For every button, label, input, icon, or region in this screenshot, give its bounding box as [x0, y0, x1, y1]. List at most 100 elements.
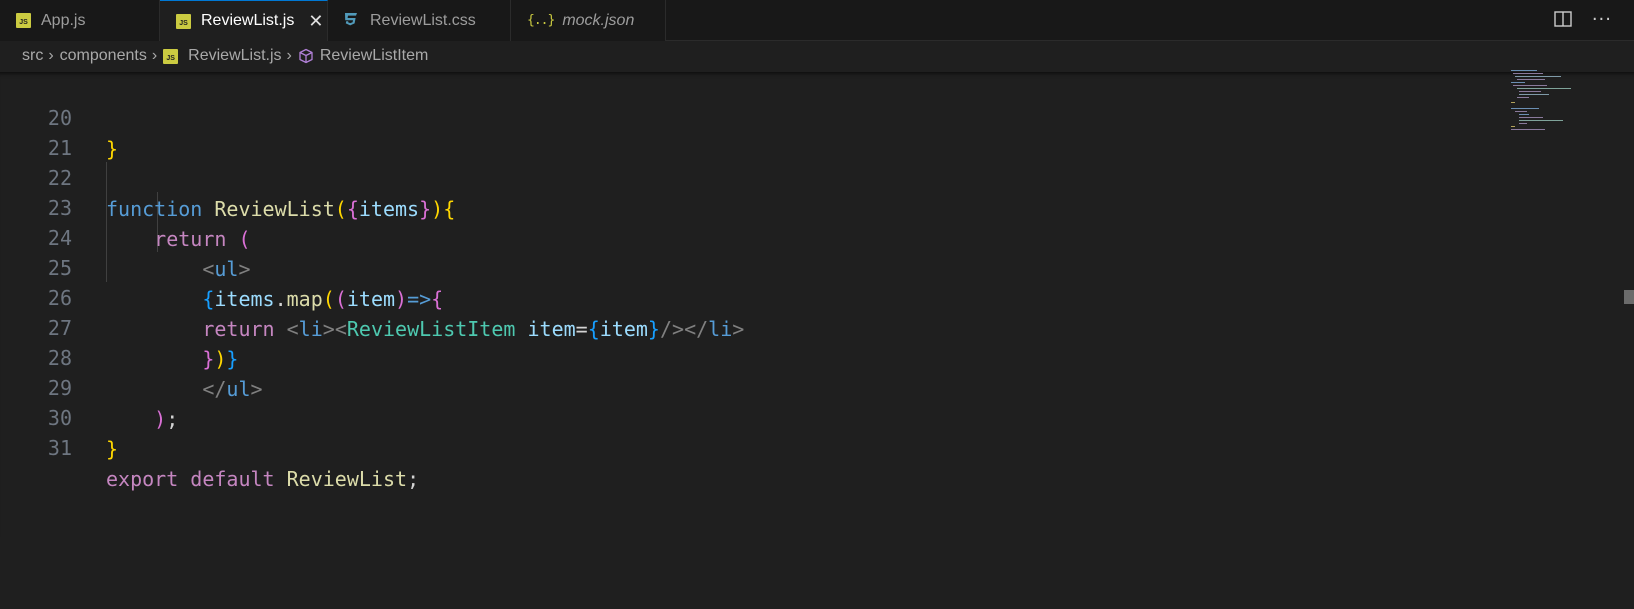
line-number: 31 [47, 436, 72, 460]
keyword-return: return [154, 227, 227, 251]
tab-mock-json[interactable]: {..} mock.json [511, 0, 666, 41]
chevron-right-icon: › [286, 47, 292, 64]
tag-li: li [708, 317, 733, 341]
code-text: } [106, 434, 118, 465]
paren: ( [322, 287, 335, 311]
minimap-line [1519, 114, 1529, 115]
minimap-line [1513, 73, 1543, 74]
code-text: return ( [106, 224, 251, 255]
tag-bracket: </ [684, 317, 709, 341]
minimap-line [1519, 120, 1563, 121]
scrollbar-thumb[interactable] [1624, 290, 1634, 304]
code-line-22: 22 function ReviewList({items}){ [0, 132, 455, 221]
code-text: {items.map((item)=>{ [106, 284, 443, 315]
tag-bracket: > [732, 317, 745, 341]
json-file-icon: {..} [527, 13, 555, 28]
brace: } [647, 317, 660, 341]
tag-bracket: < [202, 257, 215, 281]
tag-bracket: </ [202, 377, 227, 401]
minimap-line [1517, 97, 1529, 98]
minimap-line [1511, 126, 1515, 127]
component-reviewlistitem: ReviewListItem [346, 317, 516, 341]
tag-bracket: > [322, 317, 335, 341]
minimap-line [1519, 91, 1541, 92]
minimap[interactable] [1505, 68, 1585, 138]
brace: } [202, 347, 215, 371]
code-editor[interactable]: 20 } 21 22 function ReviewList({items}){… [0, 72, 1634, 537]
code-text: return <li><ReviewListItem item={item}/>… [106, 314, 744, 345]
tab-label: mock.json [562, 11, 635, 29]
code-text: function ReviewList({items}){ [106, 194, 455, 225]
breadcrumb-item-components[interactable]: components [60, 47, 147, 65]
minimap-line [1513, 85, 1547, 86]
breadcrumb-item-src[interactable]: src [22, 47, 43, 65]
css-file-icon [345, 12, 357, 25]
minimap-line [1519, 117, 1543, 118]
tab-app-js[interactable]: JS App.js [0, 0, 160, 41]
more-actions-icon[interactable]: ··· [1592, 9, 1612, 30]
close-icon[interactable]: ✕ [308, 12, 323, 30]
var-items: items [214, 287, 275, 311]
js-file-icon: JS [176, 13, 191, 29]
code-text: export default ReviewList; [106, 464, 419, 495]
minimap-line [1517, 79, 1545, 80]
brace: { [202, 287, 215, 311]
brace: } [106, 137, 119, 161]
minimap-line [1515, 111, 1527, 112]
code-line-29: 29 ); [0, 342, 178, 431]
function-name: ReviewList [214, 197, 335, 221]
attr-item: item [527, 317, 576, 341]
tab-reviewlist-css[interactable]: ReviewList.css [328, 0, 511, 41]
code-text: } [106, 134, 118, 165]
paren: ) [154, 407, 167, 431]
method-map: map [286, 287, 323, 311]
tag-selfclose: /> [659, 317, 685, 341]
tag-bracket: < [286, 317, 299, 341]
minimap-line [1511, 70, 1537, 71]
minimap-line [1515, 76, 1561, 77]
split-editor-icon[interactable] [1554, 11, 1572, 27]
minimap-line [1511, 102, 1515, 103]
paren: ( [238, 227, 251, 251]
brace: } [419, 197, 432, 221]
breadcrumb-item-file[interactable]: ReviewList.js [188, 47, 281, 65]
code-line-25: 25 {items.map((item)=>{ [0, 222, 443, 311]
js-file-icon: JS [163, 48, 179, 64]
code-line-28: 28 </ul> [0, 312, 263, 401]
tag-li: li [298, 317, 323, 341]
symbol-component-icon [299, 48, 313, 64]
equals: = [575, 317, 588, 341]
code-line-26: 26 return <li><ReviewListItem item={item… [0, 252, 744, 341]
breadcrumb-item-symbol[interactable]: ReviewListItem [320, 47, 428, 65]
paren: ( [334, 197, 347, 221]
breadcrumb: src › components › JS ReviewList.js › Re… [22, 44, 428, 68]
brace: { [443, 197, 456, 221]
code-text: <ul> [106, 254, 250, 285]
minimap-line [1519, 94, 1549, 95]
chevron-right-icon: › [48, 47, 54, 64]
tag-bracket: < [334, 317, 347, 341]
keyword-default: default [190, 467, 275, 491]
code-line-20: 20 } [0, 72, 118, 161]
vertical-scrollbar[interactable] [1625, 144, 1634, 609]
code-line-31: 31 export default ReviewList; [0, 402, 419, 491]
tab-label: ReviewList.css [370, 11, 476, 29]
semicolon: ; [166, 407, 179, 431]
chevron-right-icon: › [151, 47, 158, 64]
arrow: => [407, 287, 432, 311]
paren: ) [395, 287, 408, 311]
semicolon: ; [407, 467, 420, 491]
export-name: ReviewList [286, 467, 408, 491]
tag-ul: ul [214, 257, 239, 281]
param-items: items [358, 197, 420, 221]
tab-reviewlist-js[interactable]: JS ReviewList.js ✕ [160, 0, 328, 41]
editor-actions: ··· [1554, 0, 1612, 38]
brace: } [106, 437, 119, 461]
tag-bracket: > [250, 377, 263, 401]
param-item: item [346, 287, 396, 311]
keyword-export: export [106, 467, 179, 491]
code-text: </ul> [106, 374, 263, 405]
brace: { [431, 287, 444, 311]
brace: } [226, 347, 239, 371]
paren: ( [334, 287, 347, 311]
